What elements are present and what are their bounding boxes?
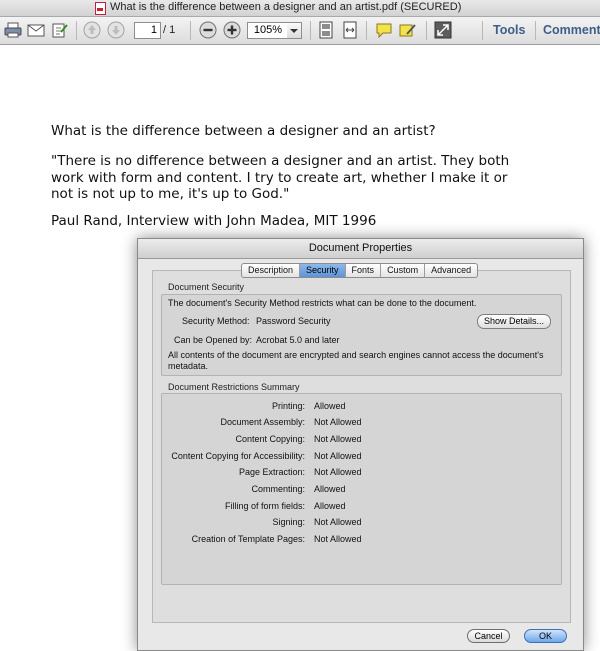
restriction-label: Document Assembly: — [220, 417, 305, 427]
zoom-out-icon[interactable] — [198, 20, 218, 40]
next-page-icon[interactable] — [106, 20, 126, 40]
restriction-label: Creation of Template Pages: — [191, 534, 305, 544]
restriction-label: Signing: — [272, 517, 305, 527]
opened-by-value: Acrobat 5.0 and later — [256, 335, 340, 345]
email-icon[interactable] — [26, 20, 46, 40]
pdf-file-icon — [95, 2, 106, 15]
restriction-label: Printing: — [271, 401, 305, 411]
window-title: What is the difference between a designe… — [110, 1, 462, 13]
restriction-label: Commenting: — [251, 484, 305, 494]
restriction-value: Not Allowed — [314, 517, 362, 527]
tab-description[interactable]: Description — [242, 264, 301, 277]
fit-width-icon[interactable] — [340, 20, 360, 40]
cancel-button[interactable]: Cancel — [467, 629, 510, 643]
restriction-label: Page Extraction: — [238, 467, 305, 477]
quote-line: "There is no difference between a design… — [51, 153, 510, 169]
zoom-in-icon[interactable] — [222, 20, 242, 40]
restriction-value: Allowed — [314, 484, 346, 494]
show-details-button[interactable]: Show Details... — [477, 314, 551, 329]
opened-by-label: Can be Opened by: — [174, 335, 253, 345]
dialog-tab-bar: Description Security Fonts Custom Advanc… — [241, 263, 479, 278]
restriction-label: Filling of form fields: — [224, 501, 305, 511]
toolbar: 1 / 1 105% Tools Comment — [0, 17, 600, 45]
tools-pane-link[interactable]: Tools — [493, 23, 525, 37]
restriction-label: Content Copying for Accessibility: — [171, 451, 305, 461]
quote-line: not is not up to me, it's up to God." — [51, 186, 290, 202]
restriction-value: Not Allowed — [314, 434, 362, 444]
comment-bubble-icon[interactable] — [374, 20, 394, 40]
document-properties-dialog: Document Properties Description Security… — [137, 238, 584, 651]
window-title-bar: What is the difference between a designe… — [0, 0, 600, 17]
fit-page-icon[interactable] — [316, 20, 336, 40]
zoom-level-input[interactable]: 105% — [247, 22, 289, 39]
restrictions-heading: Document Restrictions Summary — [168, 382, 300, 392]
document-quote: "There is no difference between a design… — [51, 153, 509, 203]
ok-button[interactable]: OK — [524, 629, 567, 643]
tab-fonts[interactable]: Fonts — [346, 264, 382, 277]
page-number-input[interactable]: 1 — [134, 22, 161, 39]
encryption-note: All contents of the document are encrypt… — [168, 350, 544, 371]
tab-custom[interactable]: Custom — [381, 264, 426, 277]
quote-line: work with form and content. I try to cre… — [51, 169, 508, 186]
tab-advanced[interactable]: Advanced — [425, 264, 477, 277]
print-icon[interactable] — [3, 20, 23, 40]
tab-security[interactable]: Security — [300, 264, 346, 277]
page-total: / 1 — [163, 24, 176, 36]
dialog-title: Document Properties — [138, 239, 583, 259]
restriction-value: Allowed — [314, 401, 346, 411]
restriction-value: Allowed — [314, 501, 346, 511]
previous-page-icon[interactable] — [82, 20, 102, 40]
create-pdf-icon[interactable] — [50, 20, 70, 40]
highlight-icon[interactable] — [398, 20, 418, 40]
restriction-value: Not Allowed — [314, 417, 362, 427]
restriction-value: Not Allowed — [314, 451, 362, 461]
restriction-value: Not Allowed — [314, 467, 362, 477]
restriction-value: Not Allowed — [314, 534, 362, 544]
restriction-label: Content Copying: — [235, 434, 305, 444]
security-intro-text: The document's Security Method restricts… — [168, 298, 477, 308]
zoom-dropdown-button[interactable] — [287, 22, 302, 39]
security-method-label: Security Method: — [182, 316, 250, 326]
document-attribution: Paul Rand, Interview with John Madea, MI… — [51, 213, 377, 229]
comment-pane-link[interactable]: Comment — [543, 23, 600, 37]
document-question: What is the difference between a designe… — [51, 123, 436, 139]
security-method-value: Password Security — [256, 316, 331, 326]
document-security-heading: Document Security — [168, 282, 245, 292]
expand-view-icon[interactable] — [432, 20, 454, 40]
